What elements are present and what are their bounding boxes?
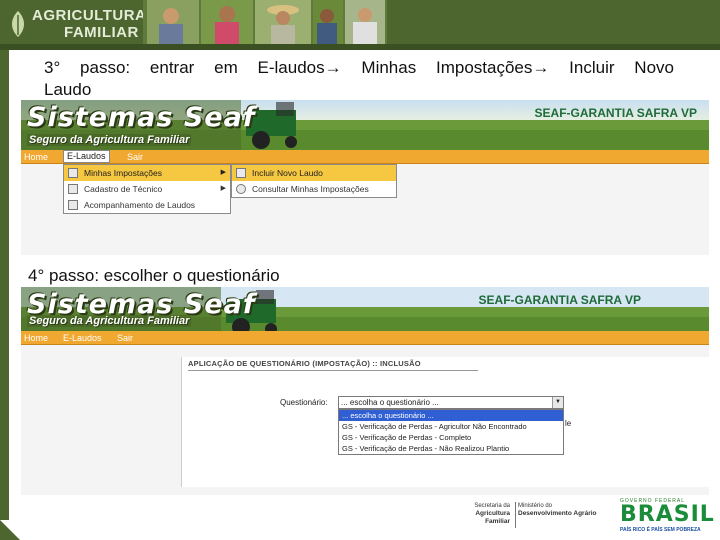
new-document-icon [236,168,246,178]
menu-item-label: Incluir Novo Laudo [252,168,323,178]
brasil-tagline: PAÍS RICO É PAÍS SEM POBREZA [620,527,701,533]
select-value: ... escolha o questionário ... [341,398,439,407]
questionario-select[interactable]: ... escolha o questionário ... ▼ [338,396,564,409]
brasil-logo-text: BRASIL [620,502,715,527]
list-icon [68,200,78,210]
menu-sair[interactable]: Sair [127,150,143,164]
brand-subtitle: Seguro da Agricultura Familiar [27,315,192,327]
secretaria-line-2: Agricultura Familiar [475,510,510,525]
menu-elaudos[interactable]: E-Laudos [63,150,110,163]
option-item[interactable]: GS - Verificação de Perdas - Não Realizo… [339,443,563,454]
menu-item-label: Acompanhamento de Laudos [84,200,196,210]
footer-logos: Secretaria da Agricultura Familiar Minis… [440,498,715,534]
menu-home[interactable]: Home [24,150,48,164]
app-menubar: Home E-Laudos Sair [21,331,709,345]
system-title: SEAF-GARANTIA SAFRA VP [534,106,697,120]
brand-title: Sistemas Seaf [27,102,256,133]
option-item[interactable]: GS - Verificação de Perdas - Completo [339,432,563,443]
elaudos-dropdown: Minhas Impostações ▶ Cadastro de Técnico… [63,164,231,214]
menu-item-label: Consultar Minhas Impostações [252,184,369,194]
leaf-logo-icon [12,11,24,37]
slide: AGRICULTURA FAMILIAR 3° passo: entrar em… [0,0,720,540]
corner-decoration [0,520,20,540]
secretaria-logo: Secretaria da Agricultura Familiar [454,503,510,526]
questionario-options: ... escolha o questionário ... GS - Veri… [338,409,564,455]
screenshot-step3: Sistemas Seaf Seguro da Agricultura Fami… [21,100,709,255]
ministerio-line-2: Desenvolvimento Agrário [518,510,597,517]
menu-item-cadastro-tecnico[interactable]: Cadastro de Técnico ▶ [64,181,230,197]
ministerio-logo: Ministério do Desenvolvimento Agrário [518,503,598,518]
step4-text: 4° passo: escolher o questionário [28,266,280,285]
menu-item-minhas-impostacoes[interactable]: Minhas Impostações ▶ [64,165,230,181]
form-header-divider [188,370,478,371]
program-logo-text: AGRICULTURA FAMILIAR [32,7,146,41]
menu-item-consultar-impostacoes[interactable]: Consultar Minhas Impostações [232,181,396,197]
app-menubar: Home E-Laudos Sair [21,150,709,164]
header-banner: AGRICULTURA FAMILIAR [0,0,720,50]
logo-line-1: AGRICULTURA [32,7,147,24]
system-title: SEAF-GARANTIA SAFRA VP [478,293,641,307]
menu-item-incluir-novo-laudo[interactable]: Incluir Novo Laudo [232,165,396,181]
ministerio-line-1: Ministério do [518,503,553,509]
menu-elaudos[interactable]: E-Laudos [63,331,102,345]
menu-item-label: Minhas Impostações [84,168,162,178]
header-stripe [0,44,720,50]
questionario-label: Questionário: [280,398,328,407]
menu-sair[interactable]: Sair [117,331,133,345]
logo-line-2: FAMILIAR [64,24,139,41]
partial-button-text[interactable]: le [565,419,571,428]
submenu-arrow-icon: ▶ [220,169,226,176]
impostacoes-submenu: Incluir Novo Laudo Consultar Minhas Impo… [231,164,397,198]
left-rail [0,50,9,520]
form-header: APLICAÇÃO DE QUESTIONÁRIO (IMPOSTAÇÃO) :… [188,359,421,368]
document-icon [68,184,78,194]
folder-icon [68,168,78,178]
screenshot-step4: Sistemas Seaf Seguro da Agricultura Fami… [21,287,709,495]
footer-divider [515,502,516,528]
menu-item-acompanhamento[interactable]: Acompanhamento de Laudos [64,197,230,213]
brasil-logo: BRASIL [620,504,715,526]
option-item[interactable]: ... escolha o questionário ... [339,410,563,421]
secretaria-line-1: Secretaria da [474,503,510,509]
questionario-form: APLICAÇÃO DE QUESTIONÁRIO (IMPOSTAÇÃO) :… [181,357,709,487]
magnifier-icon [236,184,246,194]
chevron-down-icon[interactable]: ▼ [552,397,563,408]
menu-home[interactable]: Home [24,331,48,345]
brand-subtitle: Seguro da Agricultura Familiar [27,134,192,146]
submenu-arrow-icon: ▶ [220,185,226,192]
menu-item-label: Cadastro de Técnico [84,184,163,194]
step3-text-cont: Laudo [44,80,92,99]
step3-text: 3° passo: entrar em E-laudos→ Minhas Imp… [44,58,674,77]
farmers-photo-strip [143,0,720,44]
option-item[interactable]: GS - Verificação de Perdas - Agricultor … [339,421,563,432]
